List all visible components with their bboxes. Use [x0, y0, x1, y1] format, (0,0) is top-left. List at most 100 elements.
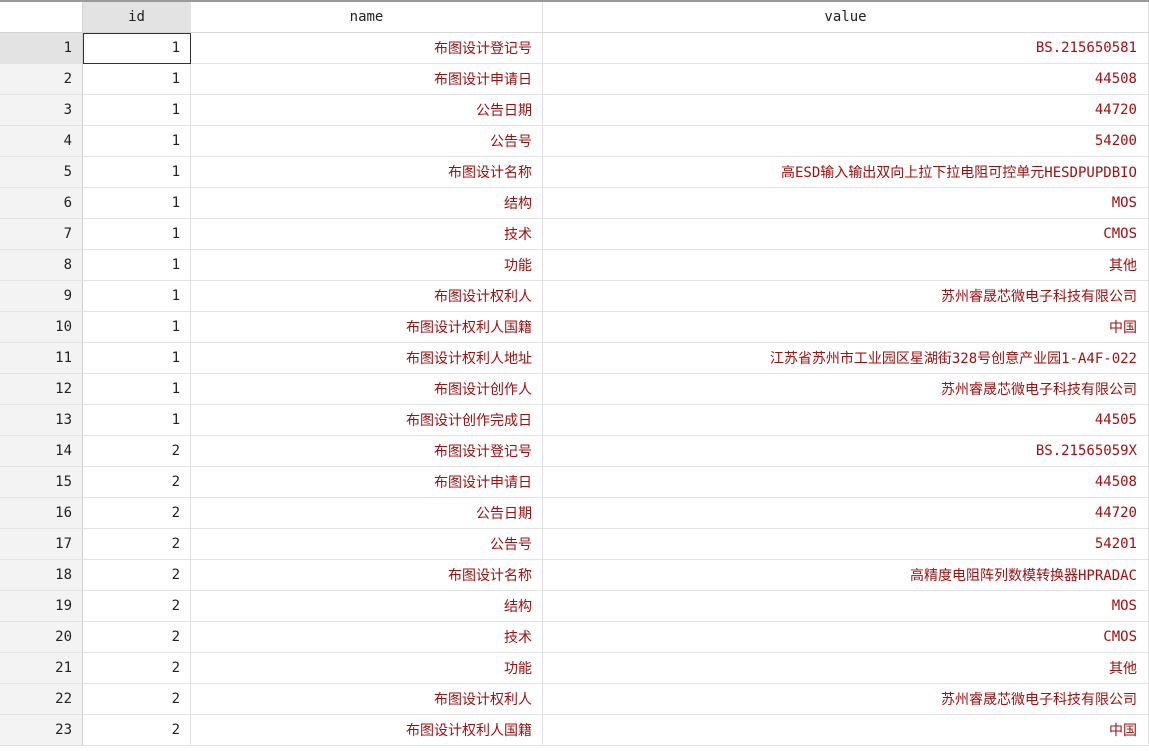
row-number[interactable]: 19 — [0, 591, 83, 622]
corner-cell[interactable] — [0, 2, 83, 33]
cell-name[interactable]: 布图设计权利人地址 — [191, 343, 543, 374]
table-row[interactable]: 21 2 功能 其他 — [0, 653, 1149, 684]
table-row[interactable]: 19 2 结构 MOS — [0, 591, 1149, 622]
cell-value[interactable]: 其他 — [543, 250, 1149, 281]
cell-id[interactable]: 1 — [83, 405, 191, 436]
cell-value[interactable]: 其他 — [543, 653, 1149, 684]
column-header-value[interactable]: value — [543, 2, 1149, 33]
table-row[interactable]: 9 1 布图设计权利人 苏州睿晟芯微电子科技有限公司 — [0, 281, 1149, 312]
cell-name[interactable]: 公告日期 — [191, 498, 543, 529]
table-row[interactable]: 23 2 布图设计权利人国籍 中国 — [0, 715, 1149, 746]
table-row[interactable]: 7 1 技术 CMOS — [0, 219, 1149, 250]
row-number[interactable]: 13 — [0, 405, 83, 436]
row-number[interactable]: 12 — [0, 374, 83, 405]
table-row[interactable]: 15 2 布图设计申请日 44508 — [0, 467, 1149, 498]
cell-id[interactable]: 2 — [83, 653, 191, 684]
cell-value[interactable]: 苏州睿晟芯微电子科技有限公司 — [543, 684, 1149, 715]
cell-id[interactable]: 2 — [83, 622, 191, 653]
table-row[interactable]: 8 1 功能 其他 — [0, 250, 1149, 281]
table-row[interactable]: 14 2 布图设计登记号 BS.21565059X — [0, 436, 1149, 467]
cell-name[interactable]: 功能 — [191, 653, 543, 684]
cell-name[interactable]: 布图设计登记号 — [191, 436, 543, 467]
cell-name[interactable]: 功能 — [191, 250, 543, 281]
cell-name[interactable]: 布图设计创作人 — [191, 374, 543, 405]
cell-name[interactable]: 公告号 — [191, 529, 543, 560]
cell-name[interactable]: 布图设计申请日 — [191, 467, 543, 498]
cell-name[interactable]: 结构 — [191, 188, 543, 219]
table-row[interactable]: 5 1 布图设计名称 高ESD输入输出双向上拉下拉电阻可控单元HESDPUPDBIO — [0, 157, 1149, 188]
cell-value[interactable]: BS.21565059X — [543, 436, 1149, 467]
cell-id[interactable]: 2 — [83, 591, 191, 622]
table-row[interactable]: 16 2 公告日期 44720 — [0, 498, 1149, 529]
cell-value[interactable]: BS.215650581 — [543, 33, 1149, 64]
cell-name[interactable]: 公告日期 — [191, 95, 543, 126]
cell-name[interactable]: 布图设计登记号 — [191, 33, 543, 64]
cell-id[interactable]: 1 — [83, 126, 191, 157]
cell-id[interactable]: 2 — [83, 560, 191, 591]
cell-name[interactable]: 布图设计申请日 — [191, 64, 543, 95]
cell-value[interactable]: 高ESD输入输出双向上拉下拉电阻可控单元HESDPUPDBIO — [543, 157, 1149, 188]
cell-name[interactable]: 布图设计权利人国籍 — [191, 715, 543, 746]
cell-value[interactable]: 苏州睿晟芯微电子科技有限公司 — [543, 281, 1149, 312]
cell-value[interactable]: CMOS — [543, 219, 1149, 250]
row-number[interactable]: 23 — [0, 715, 83, 746]
row-number[interactable]: 6 — [0, 188, 83, 219]
cell-value[interactable]: 44720 — [543, 498, 1149, 529]
cell-name[interactable]: 布图设计名称 — [191, 560, 543, 591]
row-number[interactable]: 22 — [0, 684, 83, 715]
row-number[interactable]: 16 — [0, 498, 83, 529]
cell-id[interactable]: 2 — [83, 467, 191, 498]
cell-name[interactable]: 布图设计名称 — [191, 157, 543, 188]
row-number[interactable]: 18 — [0, 560, 83, 591]
row-number[interactable]: 15 — [0, 467, 83, 498]
cell-value[interactable]: 苏州睿晟芯微电子科技有限公司 — [543, 374, 1149, 405]
row-number[interactable]: 3 — [0, 95, 83, 126]
cell-id[interactable]: 1 — [83, 250, 191, 281]
column-header-id[interactable]: id — [83, 2, 191, 33]
cell-value[interactable]: 高精度电阻阵列数模转换器HPRADAC — [543, 560, 1149, 591]
table-row[interactable]: 6 1 结构 MOS — [0, 188, 1149, 219]
column-header-name[interactable]: name — [191, 2, 543, 33]
table-row[interactable]: 20 2 技术 CMOS — [0, 622, 1149, 653]
cell-id[interactable]: 1 — [83, 374, 191, 405]
cell-name[interactable]: 布图设计权利人国籍 — [191, 312, 543, 343]
cell-value[interactable]: 54200 — [543, 126, 1149, 157]
cell-id[interactable]: 1 — [83, 343, 191, 374]
cell-value[interactable]: 江苏省苏州市工业园区星湖街328号创意产业园1-A4F-022 — [543, 343, 1149, 374]
cell-name[interactable]: 技术 — [191, 622, 543, 653]
table-row[interactable]: 4 1 公告号 54200 — [0, 126, 1149, 157]
cell-value[interactable]: MOS — [543, 591, 1149, 622]
cell-name[interactable]: 结构 — [191, 591, 543, 622]
table-row[interactable]: 12 1 布图设计创作人 苏州睿晟芯微电子科技有限公司 — [0, 374, 1149, 405]
cell-value[interactable]: 54201 — [543, 529, 1149, 560]
row-number[interactable]: 9 — [0, 281, 83, 312]
cell-value[interactable]: 44508 — [543, 467, 1149, 498]
cell-id[interactable]: 1 — [83, 281, 191, 312]
cell-name[interactable]: 布图设计创作完成日 — [191, 405, 543, 436]
table-row[interactable]: 17 2 公告号 54201 — [0, 529, 1149, 560]
cell-name[interactable]: 公告号 — [191, 126, 543, 157]
cell-id[interactable]: 1 — [83, 95, 191, 126]
table-row[interactable]: 13 1 布图设计创作完成日 44505 — [0, 405, 1149, 436]
cell-value[interactable]: CMOS — [543, 622, 1149, 653]
row-number[interactable]: 5 — [0, 157, 83, 188]
row-number[interactable]: 2 — [0, 64, 83, 95]
cell-name[interactable]: 技术 — [191, 219, 543, 250]
table-row[interactable]: 3 1 公告日期 44720 — [0, 95, 1149, 126]
row-number[interactable]: 1 — [0, 33, 83, 64]
cell-id[interactable]: 1 — [83, 64, 191, 95]
table-row[interactable]: 10 1 布图设计权利人国籍 中国 — [0, 312, 1149, 343]
cell-name[interactable]: 布图设计权利人 — [191, 281, 543, 312]
table-row[interactable]: 11 1 布图设计权利人地址 江苏省苏州市工业园区星湖街328号创意产业园1-A4F-… — [0, 343, 1149, 374]
cell-id[interactable]: 1 — [83, 312, 191, 343]
table-row[interactable]: 18 2 布图设计名称 高精度电阻阵列数模转换器HPRADAC — [0, 560, 1149, 591]
table-row[interactable]: 1 1 布图设计登记号 BS.215650581 — [0, 33, 1149, 64]
cell-id[interactable]: 2 — [83, 529, 191, 560]
row-number[interactable]: 20 — [0, 622, 83, 653]
cell-id[interactable]: 2 — [83, 684, 191, 715]
cell-id[interactable]: 1 — [83, 219, 191, 250]
cell-id[interactable]: 2 — [83, 436, 191, 467]
cell-value[interactable]: 中国 — [543, 312, 1149, 343]
row-number[interactable]: 21 — [0, 653, 83, 684]
cell-id[interactable]: 2 — [83, 498, 191, 529]
